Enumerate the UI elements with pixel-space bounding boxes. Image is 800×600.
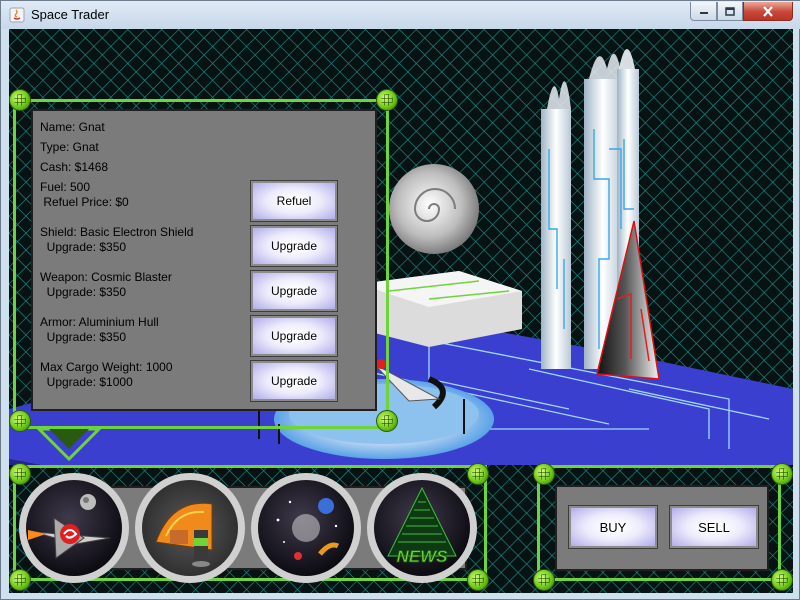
- armor-upgrade-price: Upgrade: $350: [40, 330, 127, 344]
- armor-label: Armor: Aluminium Hull: [40, 315, 159, 329]
- refuel-price: Refuel Price: $0: [40, 195, 129, 209]
- galaxy-map-icon: [276, 498, 340, 560]
- weapon-label: Weapon: Cosmic Blaster: [40, 270, 172, 284]
- upgrade-weapon-button[interactable]: Upgrade: [250, 270, 338, 312]
- corner-node-icon: [9, 89, 31, 111]
- news-nav-button[interactable]: NEWS: [367, 473, 477, 583]
- news-icon: NEWS: [387, 486, 457, 566]
- maximize-button[interactable]: [717, 2, 743, 21]
- title-bar[interactable]: Space Trader: [1, 1, 800, 29]
- refuel-button[interactable]: Refuel: [250, 180, 338, 222]
- hangar-icon: [155, 502, 213, 567]
- ship-icon: [28, 494, 111, 559]
- corner-node-icon: [467, 463, 489, 485]
- ship-cash: Cash: $1468: [40, 160, 109, 174]
- maximize-icon: [725, 6, 735, 16]
- corner-node-icon: [9, 569, 31, 591]
- weapon-upgrade-price: Upgrade: $350: [40, 285, 127, 299]
- cargo-label: Max Cargo Weight: 1000: [40, 360, 173, 374]
- ship-fuel: Fuel: 500: [40, 180, 91, 194]
- ship-name: Name: Gnat: [40, 120, 105, 134]
- galaxy-map-nav-button[interactable]: [251, 473, 361, 583]
- corner-node-icon: [771, 463, 793, 485]
- java-app-icon: [9, 7, 25, 23]
- ship-nav-button[interactable]: [19, 473, 129, 583]
- ship-type: Type: Gnat: [40, 140, 99, 154]
- corner-node-icon: [533, 569, 555, 591]
- close-icon: [763, 5, 773, 17]
- shield-upgrade-price: Upgrade: $350: [40, 240, 127, 254]
- sell-button[interactable]: SELL: [669, 505, 759, 549]
- hangar-nav-button[interactable]: [135, 473, 245, 583]
- shield-label: Shield: Basic Electron Shield: [40, 225, 194, 239]
- ship-stats-panel: Name: Gnat Type: Gnat Cash: $1468 Fuel: …: [31, 109, 377, 411]
- corner-node-icon: [9, 463, 31, 485]
- corner-node-icon: [533, 463, 555, 485]
- upgrade-shield-button[interactable]: Upgrade: [250, 225, 338, 267]
- app-window: Space Trader Name: Gnat Type: Gnat Cash:…: [0, 0, 800, 600]
- minimize-button[interactable]: [690, 2, 717, 21]
- minimize-icon: [699, 12, 708, 14]
- news-label: NEWS: [397, 547, 449, 566]
- window-title: Space Trader: [31, 7, 110, 22]
- corner-node-icon: [467, 569, 489, 591]
- corner-node-icon: [9, 410, 31, 432]
- cargo-upgrade-price: Upgrade: $1000: [40, 375, 133, 389]
- corner-node-icon: [376, 410, 398, 432]
- corner-node-icon: [771, 569, 793, 591]
- upgrade-armor-button[interactable]: Upgrade: [250, 315, 338, 357]
- upgrade-cargo-button[interactable]: Upgrade: [250, 360, 338, 402]
- close-button[interactable]: [743, 2, 793, 21]
- corner-node-icon: [376, 89, 398, 111]
- buy-button[interactable]: BUY: [568, 505, 658, 549]
